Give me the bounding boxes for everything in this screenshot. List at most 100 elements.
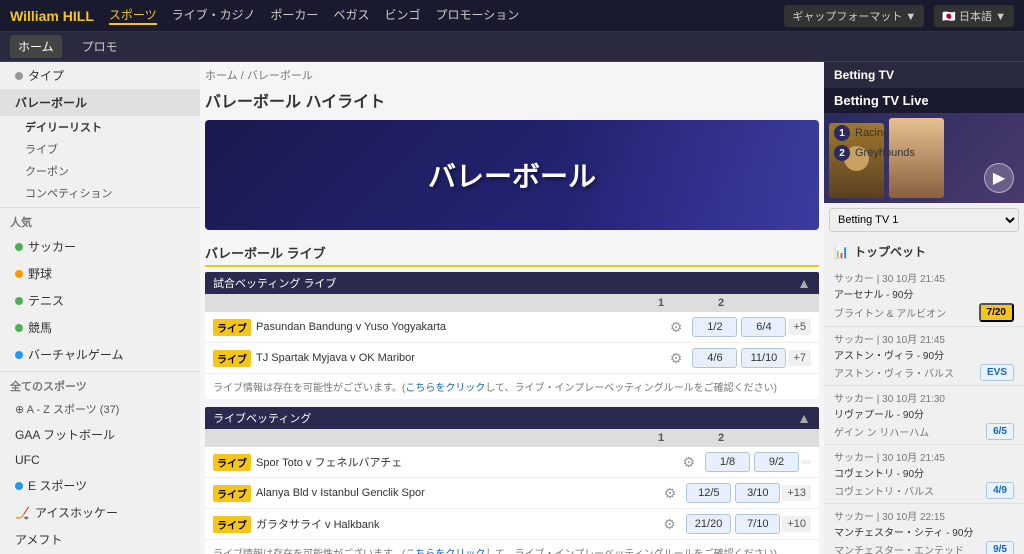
odd-btn-2[interactable]: 6/4 bbox=[741, 317, 786, 337]
notice-link2[interactable]: こちらをクリック bbox=[405, 549, 485, 554]
format-button[interactable]: ギャップフォーマット ▼ bbox=[784, 5, 924, 27]
sidebar-sub-daily[interactable]: デイリーリスト bbox=[0, 116, 200, 138]
live-betting-label: ライブベッティング ▲ bbox=[205, 407, 819, 429]
odd-btn[interactable]: 3/10 bbox=[735, 483, 780, 503]
play-button[interactable]: ▶ bbox=[984, 163, 1014, 193]
esports-icon bbox=[15, 482, 23, 490]
sidebar-item-type[interactable]: タイプ bbox=[0, 62, 200, 89]
sidebar-sub-live[interactable]: ライブ bbox=[0, 138, 200, 160]
top-bets-title: 📊 トップベット bbox=[824, 237, 1024, 266]
sidebar-sub-competition[interactable]: コンペティション bbox=[0, 182, 200, 204]
bet-row: アストン・ヴィラ・バルス EVS bbox=[834, 364, 1014, 381]
bet-match: アストン・ヴィラ - 90分 bbox=[834, 347, 1014, 362]
live-badge: ライブ bbox=[213, 350, 251, 367]
sidebar-item-virtual[interactable]: バーチャルゲーム bbox=[0, 341, 200, 368]
bet-item: サッカー | 30 10月 21:30 リヴァプール - 90分 ゲイン ン リ… bbox=[824, 386, 1024, 445]
main-content: ホーム / バレーボール バレーボール ハイライト バレーボール バレーボール … bbox=[200, 62, 824, 554]
sidebar-item-tennis[interactable]: テニス bbox=[0, 287, 200, 314]
plus-btn[interactable]: +10 bbox=[782, 516, 811, 532]
bet-meta: サッカー | 30 10月 21:45 bbox=[834, 449, 1014, 464]
soccer-icon bbox=[15, 243, 23, 251]
score-icon: ⚙ bbox=[664, 485, 677, 502]
live-badge: ライブ bbox=[213, 319, 251, 336]
bet-match: マンチェスター・シティ - 90分 bbox=[834, 524, 1014, 539]
baseball-icon bbox=[15, 270, 23, 278]
match-name[interactable]: Spor Toto v フェネルバアチェ bbox=[256, 454, 674, 470]
nav-bingo[interactable]: ビンゴ bbox=[384, 6, 420, 25]
match-name[interactable]: ガラタサライ v Halkbank bbox=[256, 516, 655, 532]
match-name[interactable]: Pasundan Bandung v Yuso Yogyakarta bbox=[256, 321, 662, 333]
sidebar-item-ufc[interactable]: UFC bbox=[0, 448, 200, 472]
bet-meta: サッカー | 30 10月 21:45 bbox=[834, 331, 1014, 346]
sidebar-item-baseball[interactable]: 野球 bbox=[0, 260, 200, 287]
popular-heading: 人気 bbox=[0, 207, 200, 233]
logo: William HILL bbox=[10, 8, 94, 24]
top-nav-links: スポーツ ライブ・カジノ ポーカー ベガス ビンゴ プロモーション bbox=[109, 6, 519, 25]
table-row: ライブ Spor Toto v フェネルバアチェ ⚙ 1/8 9/2 bbox=[205, 447, 819, 478]
tv-num1: 1 bbox=[834, 125, 850, 141]
table-row: ライブ TJ Spartak Myjava v OK Maribor ⚙ 4/6… bbox=[205, 343, 819, 374]
odd-btn[interactable]: 1/8 bbox=[705, 452, 750, 472]
table-row: ライブ Pasundan Bandung v Yuso Yogyakarta ⚙… bbox=[205, 312, 819, 343]
sidebar-item-esports[interactable]: E スポーツ bbox=[0, 472, 200, 499]
sidebar-item-volleyball[interactable]: バレーボール bbox=[0, 89, 200, 116]
nav-home[interactable]: ホーム bbox=[10, 35, 62, 58]
bet-row: ブライトン & アルビオン 7/20 bbox=[834, 303, 1014, 322]
live-badge: ライブ bbox=[213, 516, 251, 533]
nav-sports[interactable]: スポーツ bbox=[109, 6, 157, 25]
az-sports[interactable]: ⊕ A - Z スポーツ (37) bbox=[0, 397, 200, 421]
table-row: ライブ ガラタサライ v Halkbank ⚙ 21/20 7/10 +10 bbox=[205, 509, 819, 540]
odd-btn[interactable]: 7/10 bbox=[735, 514, 780, 534]
plus-btn[interactable]: +5 bbox=[788, 319, 811, 335]
tv-num2: 2 bbox=[834, 145, 850, 161]
sidebar-item-soccer[interactable]: サッカー bbox=[0, 233, 200, 260]
table-header: 1 2 bbox=[205, 294, 819, 312]
all-sports-heading: 全てのスポーツ bbox=[0, 371, 200, 397]
bet-item: サッカー | 30 10月 21:45 アストン・ヴィラ - 90分 アストン・… bbox=[824, 327, 1024, 386]
nav-vegas[interactable]: ベガス bbox=[333, 6, 369, 25]
expand-icon2[interactable]: ▲ bbox=[797, 410, 811, 426]
sidebar-item-amefut[interactable]: アメフト bbox=[0, 526, 200, 553]
plus-btn[interactable]: +13 bbox=[782, 485, 811, 501]
odd-btn[interactable]: 12/5 bbox=[686, 483, 731, 503]
betting-live-label: 試合ベッティング ライブ ▲ bbox=[205, 272, 819, 294]
bet-match: コヴェントリ - 90分 bbox=[834, 465, 1014, 480]
odd-btn-1[interactable]: 1/2 bbox=[692, 317, 737, 337]
plus-btn bbox=[801, 460, 811, 464]
odd-badge[interactable]: EVS bbox=[980, 364, 1014, 381]
language-button[interactable]: 🇯🇵 日本語 ▼ bbox=[934, 5, 1014, 27]
breadcrumb-home[interactable]: ホーム bbox=[205, 70, 238, 82]
bet-row: ゲイン ン リハーハム 6/5 bbox=[834, 423, 1014, 440]
live-section-title: バレーボール ライブ bbox=[205, 238, 819, 267]
odd-btn-1[interactable]: 4/6 bbox=[692, 348, 737, 368]
tv-select[interactable]: Betting TV 1 bbox=[829, 208, 1019, 232]
live-badge: ライブ bbox=[213, 454, 251, 471]
bet-row: コヴェントリ・バルス 4/9 bbox=[834, 482, 1014, 499]
top-nav-right: ギャップフォーマット ▼ 🇯🇵 日本語 ▼ bbox=[784, 5, 1014, 27]
sidebar-item-gaa[interactable]: GAA フットボール bbox=[0, 421, 200, 448]
sidebar-item-keiba[interactable]: 競馬 bbox=[0, 314, 200, 341]
tv-racing-item1: 1 Racing bbox=[834, 123, 915, 143]
odd-badge[interactable]: 6/5 bbox=[986, 423, 1014, 440]
plus-btn[interactable]: +7 bbox=[788, 350, 811, 366]
sidebar-item-icehockey[interactable]: 🏒 アイスホッケー bbox=[0, 499, 200, 526]
odd-badge[interactable]: 9/5 bbox=[986, 541, 1014, 554]
nav-promo2[interactable]: プロモ bbox=[77, 38, 123, 55]
sidebar-sub-coupon[interactable]: クーポン bbox=[0, 160, 200, 182]
nav-live-casino[interactable]: ライブ・カジノ bbox=[172, 6, 256, 25]
match-name[interactable]: Alanya Bld v Istanbul Genclik Spor bbox=[256, 487, 656, 499]
match-name[interactable]: TJ Spartak Myjava v OK Maribor bbox=[256, 352, 662, 364]
odd-badge[interactable]: 7/20 bbox=[979, 303, 1014, 322]
odd-btn[interactable]: 21/20 bbox=[686, 514, 732, 534]
nav-poker[interactable]: ポーカー bbox=[270, 6, 318, 25]
live-matches-table: 1 2 ライブ Pasundan Bandung v Yuso Yogyakar… bbox=[205, 294, 819, 399]
odd-badge[interactable]: 4/9 bbox=[986, 482, 1014, 499]
expand-icon[interactable]: ▲ bbox=[797, 275, 811, 291]
hero-text: バレーボール bbox=[428, 155, 596, 195]
nav-promo[interactable]: プロモーション bbox=[435, 6, 519, 25]
second-nav: ホーム プロモ bbox=[0, 32, 1024, 62]
bet-item: サッカー | 30 10月 22:15 マンチェスター・シティ - 90分 マン… bbox=[824, 504, 1024, 554]
odd-btn-2[interactable]: 11/10 bbox=[741, 348, 786, 368]
notice-link[interactable]: こちらをクリック bbox=[405, 383, 485, 394]
odd-btn[interactable]: 9/2 bbox=[754, 452, 799, 472]
